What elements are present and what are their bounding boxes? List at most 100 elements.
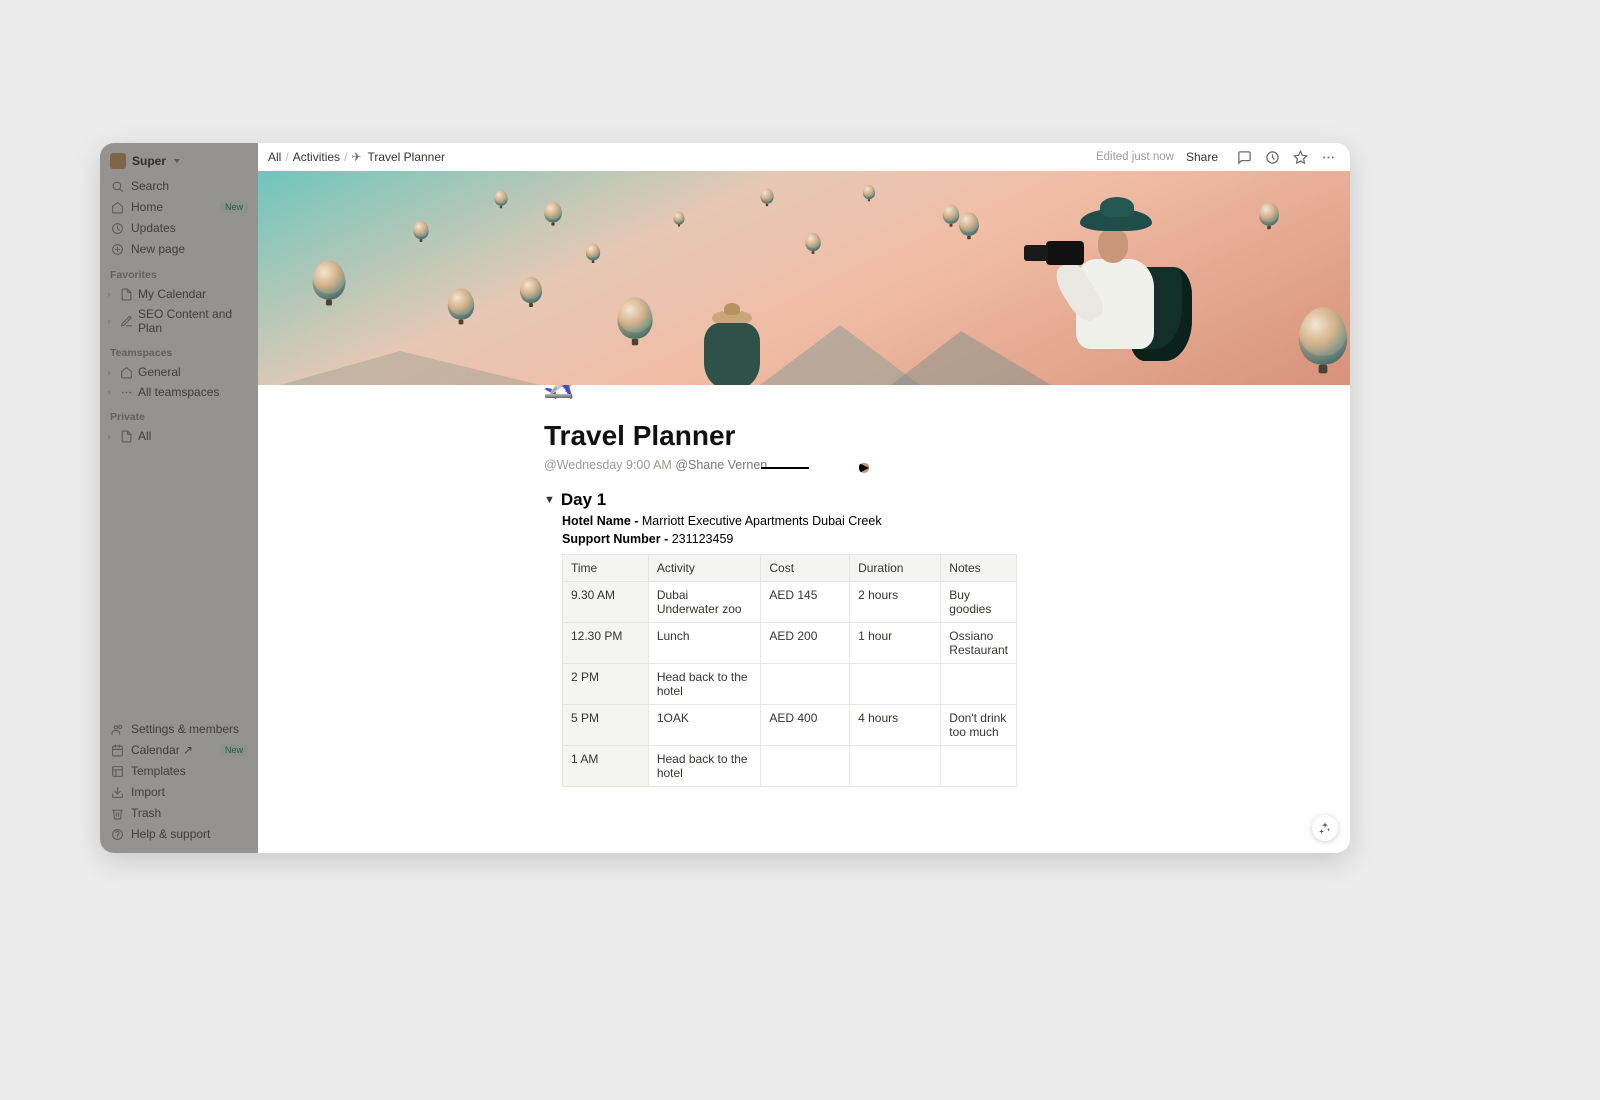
page-title[interactable]: Travel Planner <box>544 420 1064 452</box>
cell-activity[interactable]: Dubai Underwater zoo <box>648 582 761 623</box>
caret-icon: › <box>104 289 114 299</box>
schedule-table[interactable]: TimeActivityCostDurationNotes 9.30 AMDub… <box>562 554 1017 787</box>
col-cost[interactable]: Cost <box>761 555 850 582</box>
caret-icon: › <box>104 367 114 377</box>
item-label: My Calendar <box>138 287 252 301</box>
col-time[interactable]: Time <box>563 555 649 582</box>
teamspaces-heading: Teamspaces <box>100 338 258 362</box>
cell-activity[interactable]: Lunch <box>648 623 761 664</box>
cell-duration[interactable]: 4 hours <box>850 705 941 746</box>
tree-item-all-teamspaces[interactable]: › All teamspaces <box>100 382 258 402</box>
cell-activity[interactable]: 1OAK <box>648 705 761 746</box>
cell-time[interactable]: 12.30 PM <box>563 623 649 664</box>
nav-item-calendar-[interactable]: Calendar ↗New <box>100 740 258 760</box>
col-activity[interactable]: Activity <box>648 555 761 582</box>
cell-notes[interactable]: Buy goodies <box>941 582 1017 623</box>
user-mention[interactable]: @Shane Vernen <box>675 458 767 472</box>
item-label: Help & support <box>131 827 248 841</box>
item-label: New page <box>131 242 248 256</box>
table-row[interactable]: 9.30 AMDubai Underwater zooAED 1452 hour… <box>563 582 1017 623</box>
comments-icon[interactable] <box>1236 149 1252 165</box>
table-row[interactable]: 1 AMHead back to the hotel <box>563 746 1017 787</box>
item-label: All <box>138 429 252 443</box>
cell-notes[interactable]: Ossiano Restaurant <box>941 623 1017 664</box>
tree-item-all[interactable]: › All <box>100 426 258 446</box>
clock-icon <box>110 221 124 235</box>
table-row[interactable]: 5 PM1OAKAED 4004 hoursDon't drink too mu… <box>563 705 1017 746</box>
cell-duration[interactable] <box>850 664 941 705</box>
sidebar: Super SearchHomeNew Updates New page Favor… <box>100 143 258 853</box>
app-window: Super SearchHomeNew Updates New page Favor… <box>100 143 1350 853</box>
col-notes[interactable]: Notes <box>941 555 1017 582</box>
col-duration[interactable]: Duration <box>850 555 941 582</box>
item-label: Calendar ↗ <box>131 743 213 757</box>
tree-item-my-calendar[interactable]: › My Calendar <box>100 284 258 304</box>
cell-time[interactable]: 2 PM <box>563 664 649 705</box>
nav-item-search[interactable]: Search <box>100 176 258 196</box>
star-icon[interactable] <box>1292 149 1308 165</box>
new-badge: New <box>220 201 248 213</box>
cell-cost[interactable]: AED 145 <box>761 582 850 623</box>
support-line[interactable]: Support Number - 231123459 <box>562 532 1064 546</box>
cell-time[interactable]: 9.30 AM <box>563 582 649 623</box>
cell-duration[interactable]: 1 hour <box>850 623 941 664</box>
home-icon <box>119 365 133 379</box>
nav-item-new-page[interactable]: New page <box>100 239 258 259</box>
toggle-caret-icon: ▼ <box>544 494 555 506</box>
caret-icon: › <box>104 431 114 441</box>
more-icon[interactable] <box>1320 149 1336 165</box>
topbar: All / Activities / ✈︎ Travel Planner Edi… <box>258 143 1350 171</box>
breadcrumb-parent[interactable]: Activities <box>293 150 340 164</box>
import-icon <box>110 785 124 799</box>
nav-item-updates[interactable]: Updates <box>100 218 258 238</box>
home-icon <box>110 200 124 214</box>
cell-notes[interactable] <box>941 664 1017 705</box>
tree-item-general[interactable]: ›General <box>100 362 258 382</box>
edited-timestamp: Edited just now <box>1096 151 1174 163</box>
cell-activity[interactable]: Head back to the hotel <box>648 664 761 705</box>
ai-fab-button[interactable] <box>1312 815 1338 841</box>
nav-item-trash[interactable]: Trash <box>100 803 258 823</box>
share-button[interactable]: Share <box>1186 150 1218 164</box>
cell-activity[interactable]: Head back to the hotel <box>648 746 761 787</box>
cell-notes[interactable] <box>941 746 1017 787</box>
workspace-avatar <box>110 153 126 169</box>
cell-cost[interactable]: AED 200 <box>761 623 850 664</box>
edit-icon <box>119 314 133 328</box>
item-label: All teamspaces <box>138 385 252 399</box>
hotel-line[interactable]: Hotel Name - Marriott Executive Apartmen… <box>562 514 1064 528</box>
cell-duration[interactable]: 2 hours <box>850 582 941 623</box>
history-icon[interactable] <box>1264 149 1280 165</box>
workspace-name: Super <box>132 154 166 168</box>
cell-notes[interactable]: Don't drink too much <box>941 705 1017 746</box>
cell-cost[interactable]: AED 400 <box>761 705 850 746</box>
item-label: Updates <box>131 221 248 235</box>
cell-duration[interactable] <box>850 746 941 787</box>
dots-icon <box>119 385 133 399</box>
nav-item-templates[interactable]: Templates <box>100 761 258 781</box>
item-label: Import <box>131 785 248 799</box>
search-icon <box>110 179 124 193</box>
nav-item-settings-members[interactable]: Settings & members <box>100 719 258 739</box>
favorites-heading: Favorites <box>100 260 258 284</box>
cell-cost[interactable] <box>761 664 850 705</box>
caret-icon: › <box>104 316 114 326</box>
breadcrumb-root[interactable]: All <box>268 150 281 164</box>
nav-item-help-support[interactable]: Help & support <box>100 824 258 844</box>
cell-time[interactable]: 5 PM <box>563 705 649 746</box>
cell-cost[interactable] <box>761 746 850 787</box>
tree-item-seo-content-and-plan[interactable]: ›SEO Content and Plan <box>100 304 258 338</box>
caret-icon: › <box>104 387 114 397</box>
table-row[interactable]: 2 PMHead back to the hotel <box>563 664 1017 705</box>
cell-time[interactable]: 1 AM <box>563 746 649 787</box>
day-toggle[interactable]: ▼ Day 1 <box>544 490 1064 510</box>
nav-item-import[interactable]: Import <box>100 782 258 802</box>
cover-image[interactable] <box>258 171 1350 385</box>
breadcrumb-current[interactable]: Travel Planner <box>367 150 445 164</box>
table-row[interactable]: 12.30 PMLunchAED 2001 hourOssiano Restau… <box>563 623 1017 664</box>
nav-item-home[interactable]: HomeNew <box>100 197 258 217</box>
page-body: ✈️ Travel Planner @Wednesday 9:00 AM @Sh… <box>258 385 1350 853</box>
private-heading: Private <box>100 402 258 426</box>
page-emoji-icon[interactable]: ✈️ <box>543 385 577 402</box>
workspace-switcher[interactable]: Super <box>100 150 258 172</box>
